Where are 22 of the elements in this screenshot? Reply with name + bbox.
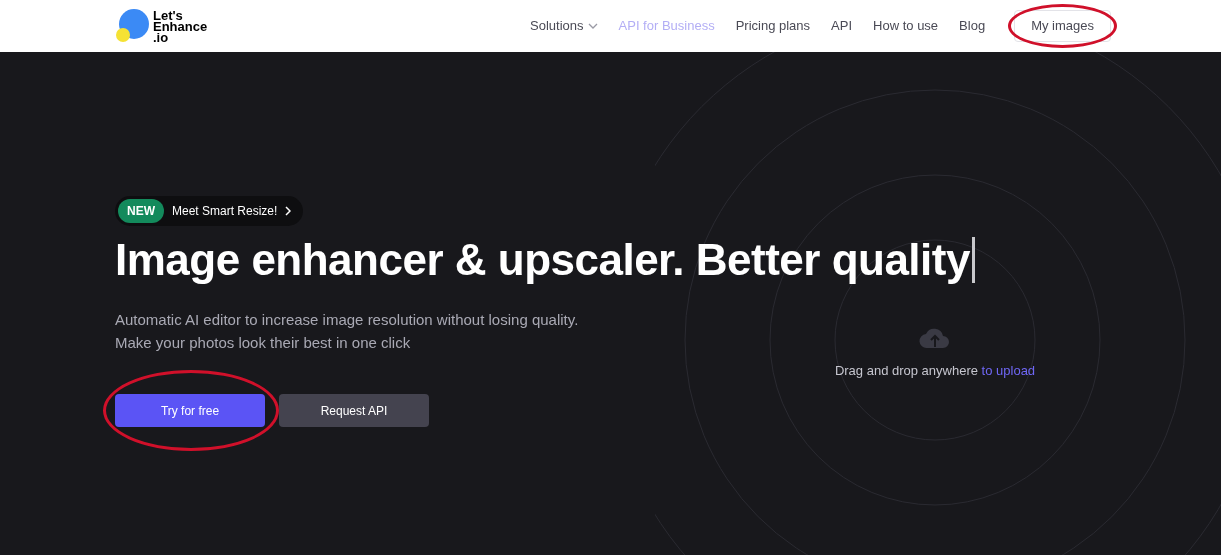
request-api-button[interactable]: Request API	[279, 394, 429, 427]
nav-link[interactable]: How to use	[873, 16, 939, 36]
hero-title: Image enhancer & upscaler. Better quality	[115, 234, 970, 286]
chevron-right-icon	[285, 206, 292, 216]
hero-description: Automatic AI editor to increase image resolution without losing quality.	[115, 310, 579, 330]
hero-description: Make your photos look their best in one click	[115, 333, 412, 353]
text-cursor-icon	[971, 237, 975, 283]
new-tag: NEW	[118, 199, 164, 223]
nav-dropdown[interactable]: Solutions	[530, 16, 598, 36]
try-for-free-button[interactable]: Try for free	[115, 394, 265, 427]
my-images-button[interactable]: My images	[1014, 10, 1111, 42]
nav-link[interactable]: API	[831, 16, 853, 36]
chevron-down-icon	[587, 23, 598, 29]
logo-icon	[115, 9, 149, 43]
announcement-text: Meet Smart Resize!	[172, 203, 278, 220]
nav-link[interactable]: Pricing plans	[735, 16, 811, 36]
announcement-pill[interactable]: NEW Meet Smart Resize!	[115, 196, 304, 226]
upload-hint: Drag and drop anywhere to upload	[834, 362, 1036, 380]
logo-text[interactable]: Let's Enhance .io	[153, 9, 208, 43]
upload-link[interactable]: to upload	[981, 363, 1036, 378]
nav-link[interactable]: Blog	[959, 16, 986, 36]
cloud-upload-icon	[919, 327, 951, 349]
